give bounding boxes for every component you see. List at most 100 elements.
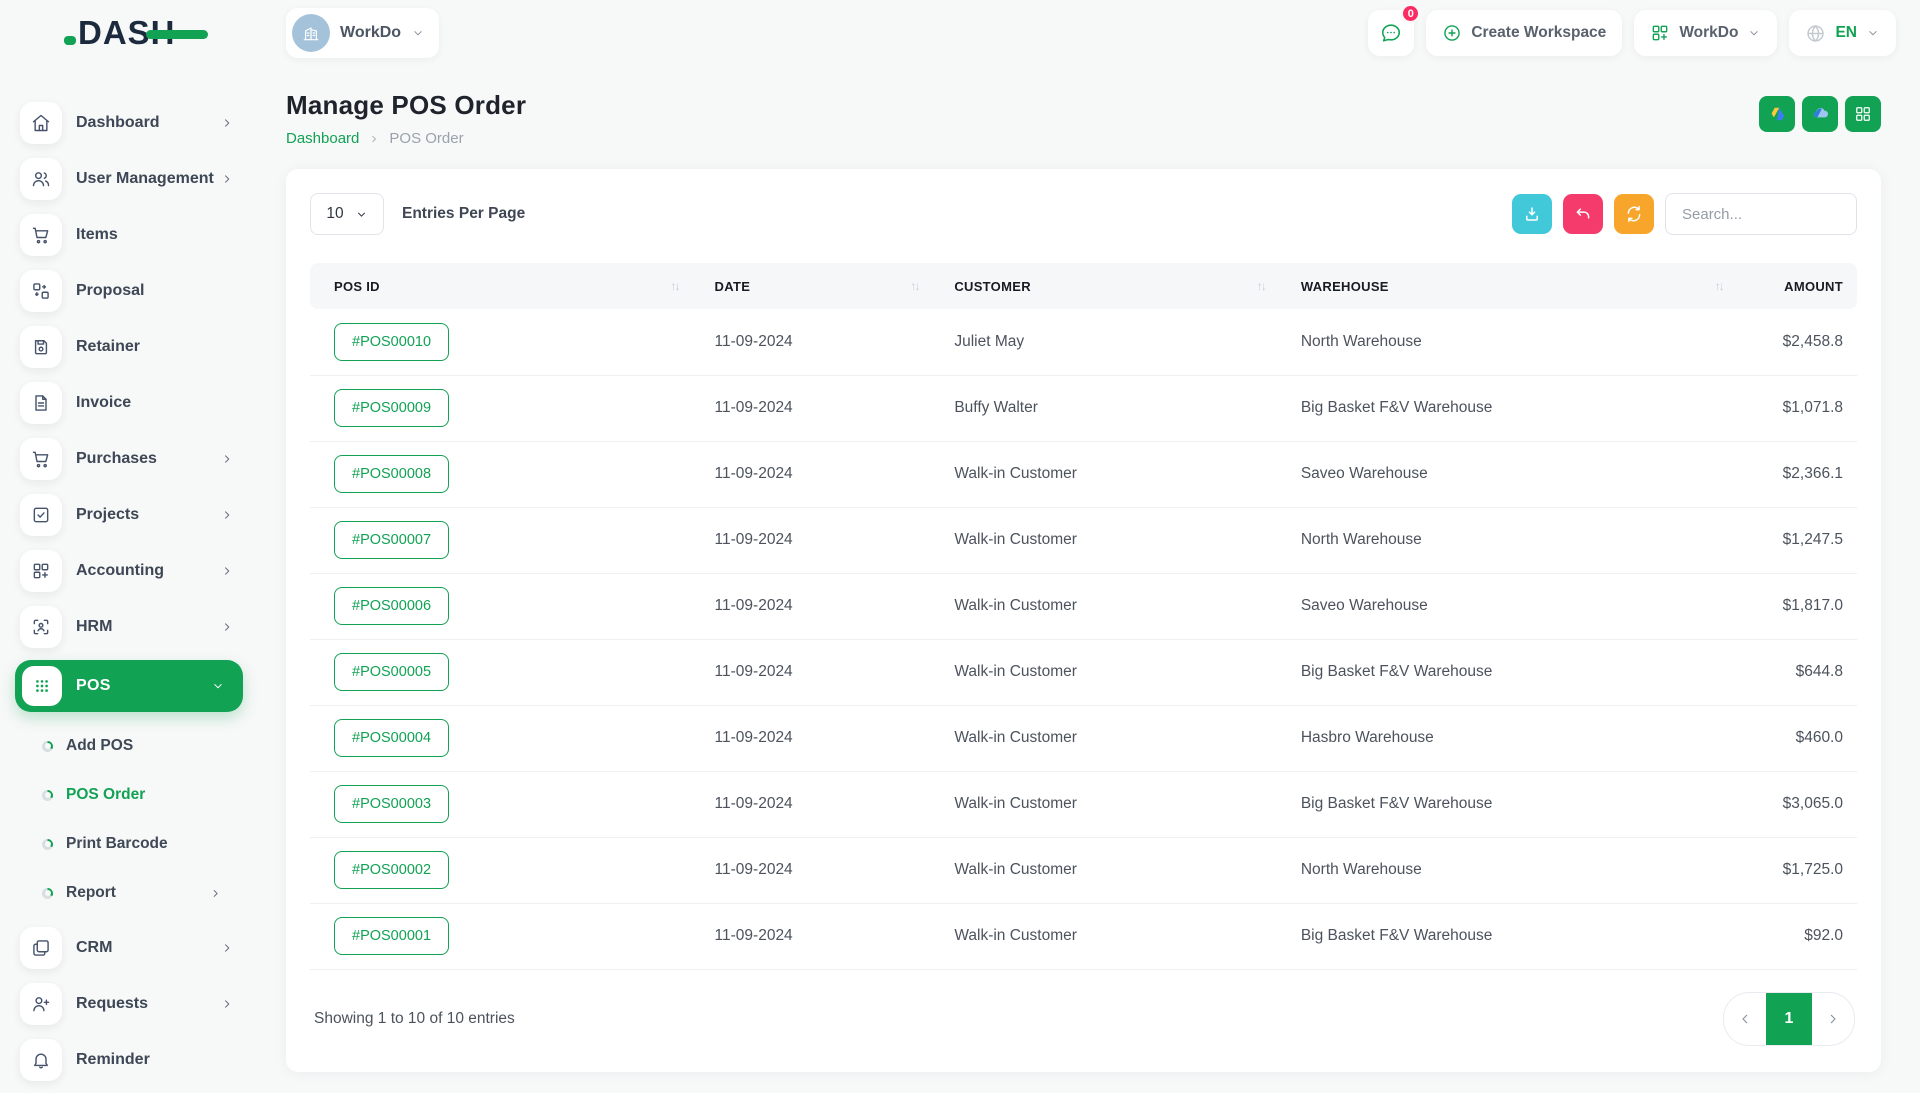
column-header-date[interactable]: DATE↑↓ bbox=[691, 263, 931, 309]
sidebar-item-projects[interactable]: Projects bbox=[0, 492, 258, 538]
globe-icon bbox=[1805, 23, 1826, 44]
pos-id-link[interactable]: #POS00007 bbox=[334, 521, 449, 559]
breadcrumb-dashboard-link[interactable]: Dashboard bbox=[286, 130, 359, 147]
sidebar-item-hrm[interactable]: HRM bbox=[0, 604, 258, 650]
chevron-right-icon bbox=[209, 887, 222, 900]
sidebar-subitem-add-pos[interactable]: Add POS bbox=[0, 726, 258, 766]
pagination: 1 bbox=[1723, 992, 1855, 1046]
sidebar-item-invoice[interactable]: Invoice bbox=[0, 380, 258, 426]
search-input[interactable] bbox=[1665, 193, 1857, 235]
sidebar-item-purchases[interactable]: Purchases bbox=[0, 436, 258, 482]
column-header-customer[interactable]: CUSTOMER↑↓ bbox=[930, 263, 1277, 309]
customer-cell: Walk-in Customer bbox=[930, 441, 1277, 507]
amount-cell: $1,725.0 bbox=[1735, 837, 1857, 903]
chevron-down-icon bbox=[1747, 26, 1761, 40]
pos-id-link[interactable]: #POS00010 bbox=[334, 323, 449, 361]
pagination-prev-button[interactable] bbox=[1724, 993, 1766, 1045]
pos-id-link[interactable]: #POS00009 bbox=[334, 389, 449, 427]
table-row: #POS00007 11-09-2024 Walk-in Customer No… bbox=[310, 507, 1857, 573]
pos-id-link[interactable]: #POS00005 bbox=[334, 653, 449, 691]
google-drive-button[interactable] bbox=[1759, 96, 1795, 132]
sidebar-item-user-management[interactable]: User Management bbox=[0, 156, 258, 202]
document-icon bbox=[20, 382, 62, 424]
grid-plus-icon bbox=[20, 550, 62, 592]
date-cell: 11-09-2024 bbox=[691, 639, 931, 705]
onedrive-icon bbox=[1810, 104, 1830, 124]
sidebar-item-label: Dashboard bbox=[76, 114, 160, 132]
pagination-next-button[interactable] bbox=[1812, 993, 1854, 1045]
pos-id-link[interactable]: #POS00004 bbox=[334, 719, 449, 757]
grid-icon bbox=[1853, 104, 1873, 124]
language-label: EN bbox=[1835, 24, 1857, 42]
sort-icon[interactable]: ↑↓ bbox=[671, 279, 681, 293]
pos-order-card: 10 Entries Per Page POS ID↑↓ DATE↑↓ CUST… bbox=[286, 169, 1881, 1072]
subitem-label: Report bbox=[66, 884, 116, 902]
undo-button[interactable] bbox=[1563, 194, 1603, 234]
table-row: #POS00006 11-09-2024 Walk-in Customer Sa… bbox=[310, 573, 1857, 639]
frame-icon bbox=[20, 927, 62, 969]
column-header-amount[interactable]: AMOUNT bbox=[1735, 263, 1857, 309]
pos-id-link[interactable]: #POS00003 bbox=[334, 785, 449, 823]
entries-value: 10 bbox=[326, 205, 343, 223]
sidebar-item-items[interactable]: Items bbox=[0, 212, 258, 258]
messages-button[interactable]: 0 bbox=[1368, 10, 1414, 56]
page-title: Manage POS Order bbox=[286, 90, 526, 121]
table-row: #POS00010 11-09-2024 Juliet May North Wa… bbox=[310, 309, 1857, 375]
date-cell: 11-09-2024 bbox=[691, 309, 931, 375]
sidebar-item-reminder[interactable]: Reminder bbox=[0, 1037, 258, 1083]
export-button[interactable] bbox=[1512, 194, 1552, 234]
chevron-right-icon bbox=[220, 997, 234, 1011]
column-label: AMOUNT bbox=[1784, 279, 1843, 294]
sort-icon[interactable]: ↑↓ bbox=[1257, 279, 1267, 293]
sidebar-subitem-print-barcode[interactable]: Print Barcode bbox=[0, 824, 258, 864]
workspace-menu-button[interactable]: WorkDo bbox=[1634, 10, 1777, 56]
amount-cell: $1,247.5 bbox=[1735, 507, 1857, 573]
sort-icon[interactable]: ↑↓ bbox=[1715, 279, 1725, 293]
pos-id-link[interactable]: #POS00006 bbox=[334, 587, 449, 625]
pos-id-link[interactable]: #POS00001 bbox=[334, 917, 449, 955]
topbar-actions: 0 Create Workspace WorkDo EN bbox=[1368, 10, 1896, 56]
sort-icon[interactable]: ↑↓ bbox=[910, 279, 920, 293]
language-selector[interactable]: EN bbox=[1789, 10, 1896, 56]
app-logo[interactable]: DASH bbox=[64, 14, 286, 52]
pos-id-link[interactable]: #POS00008 bbox=[334, 455, 449, 493]
sidebar-subitem-report[interactable]: Report bbox=[0, 873, 258, 913]
workspace-avatar bbox=[292, 14, 330, 52]
breadcrumb-current: POS Order bbox=[389, 130, 463, 147]
sidebar-item-dashboard[interactable]: Dashboard bbox=[0, 100, 258, 146]
sidebar-item-requests[interactable]: Requests bbox=[0, 981, 258, 1027]
column-header-warehouse[interactable]: WAREHOUSE↑↓ bbox=[1277, 263, 1735, 309]
create-workspace-label: Create Workspace bbox=[1471, 24, 1606, 42]
table-row: #POS00003 11-09-2024 Walk-in Customer Bi… bbox=[310, 771, 1857, 837]
chevron-down-icon bbox=[211, 679, 225, 693]
topbar: DASH WorkDo 0 Create Workspace WorkDo EN bbox=[0, 0, 1920, 66]
amount-cell: $92.0 bbox=[1735, 903, 1857, 969]
pos-id-link[interactable]: #POS00002 bbox=[334, 851, 449, 889]
refresh-button[interactable] bbox=[1614, 194, 1654, 234]
sidebar-item-accounting[interactable]: Accounting bbox=[0, 548, 258, 594]
cart-icon bbox=[20, 214, 62, 256]
header-actions bbox=[1759, 96, 1881, 132]
sidebar-subitem-pos-order[interactable]: POS Order bbox=[0, 775, 258, 815]
create-workspace-button[interactable]: Create Workspace bbox=[1426, 10, 1622, 56]
sidebar-item-retainer[interactable]: Retainer bbox=[0, 324, 258, 370]
entries-per-page-select[interactable]: 10 bbox=[310, 193, 384, 235]
home-icon bbox=[20, 102, 62, 144]
workspace-switcher[interactable]: WorkDo bbox=[286, 8, 439, 58]
bullet-icon bbox=[42, 741, 53, 752]
users-icon bbox=[20, 158, 62, 200]
column-label: POS ID bbox=[334, 279, 380, 294]
chevron-right-icon bbox=[220, 172, 234, 186]
column-header-pos-id[interactable]: POS ID ↑↓ bbox=[310, 263, 691, 309]
onedrive-button[interactable] bbox=[1802, 96, 1838, 132]
sidebar-item-proposal[interactable]: Proposal bbox=[0, 268, 258, 314]
chevron-right-icon bbox=[220, 620, 234, 634]
customer-cell: Juliet May bbox=[930, 309, 1277, 375]
bullet-icon bbox=[42, 839, 53, 850]
refresh-icon bbox=[1625, 205, 1643, 223]
grid-view-button[interactable] bbox=[1845, 96, 1881, 132]
sidebar-item-pos[interactable]: POS bbox=[15, 660, 243, 712]
pagination-page-1[interactable]: 1 bbox=[1766, 993, 1812, 1045]
sidebar-item-crm[interactable]: CRM bbox=[0, 925, 258, 971]
chevron-down-icon bbox=[355, 208, 368, 221]
